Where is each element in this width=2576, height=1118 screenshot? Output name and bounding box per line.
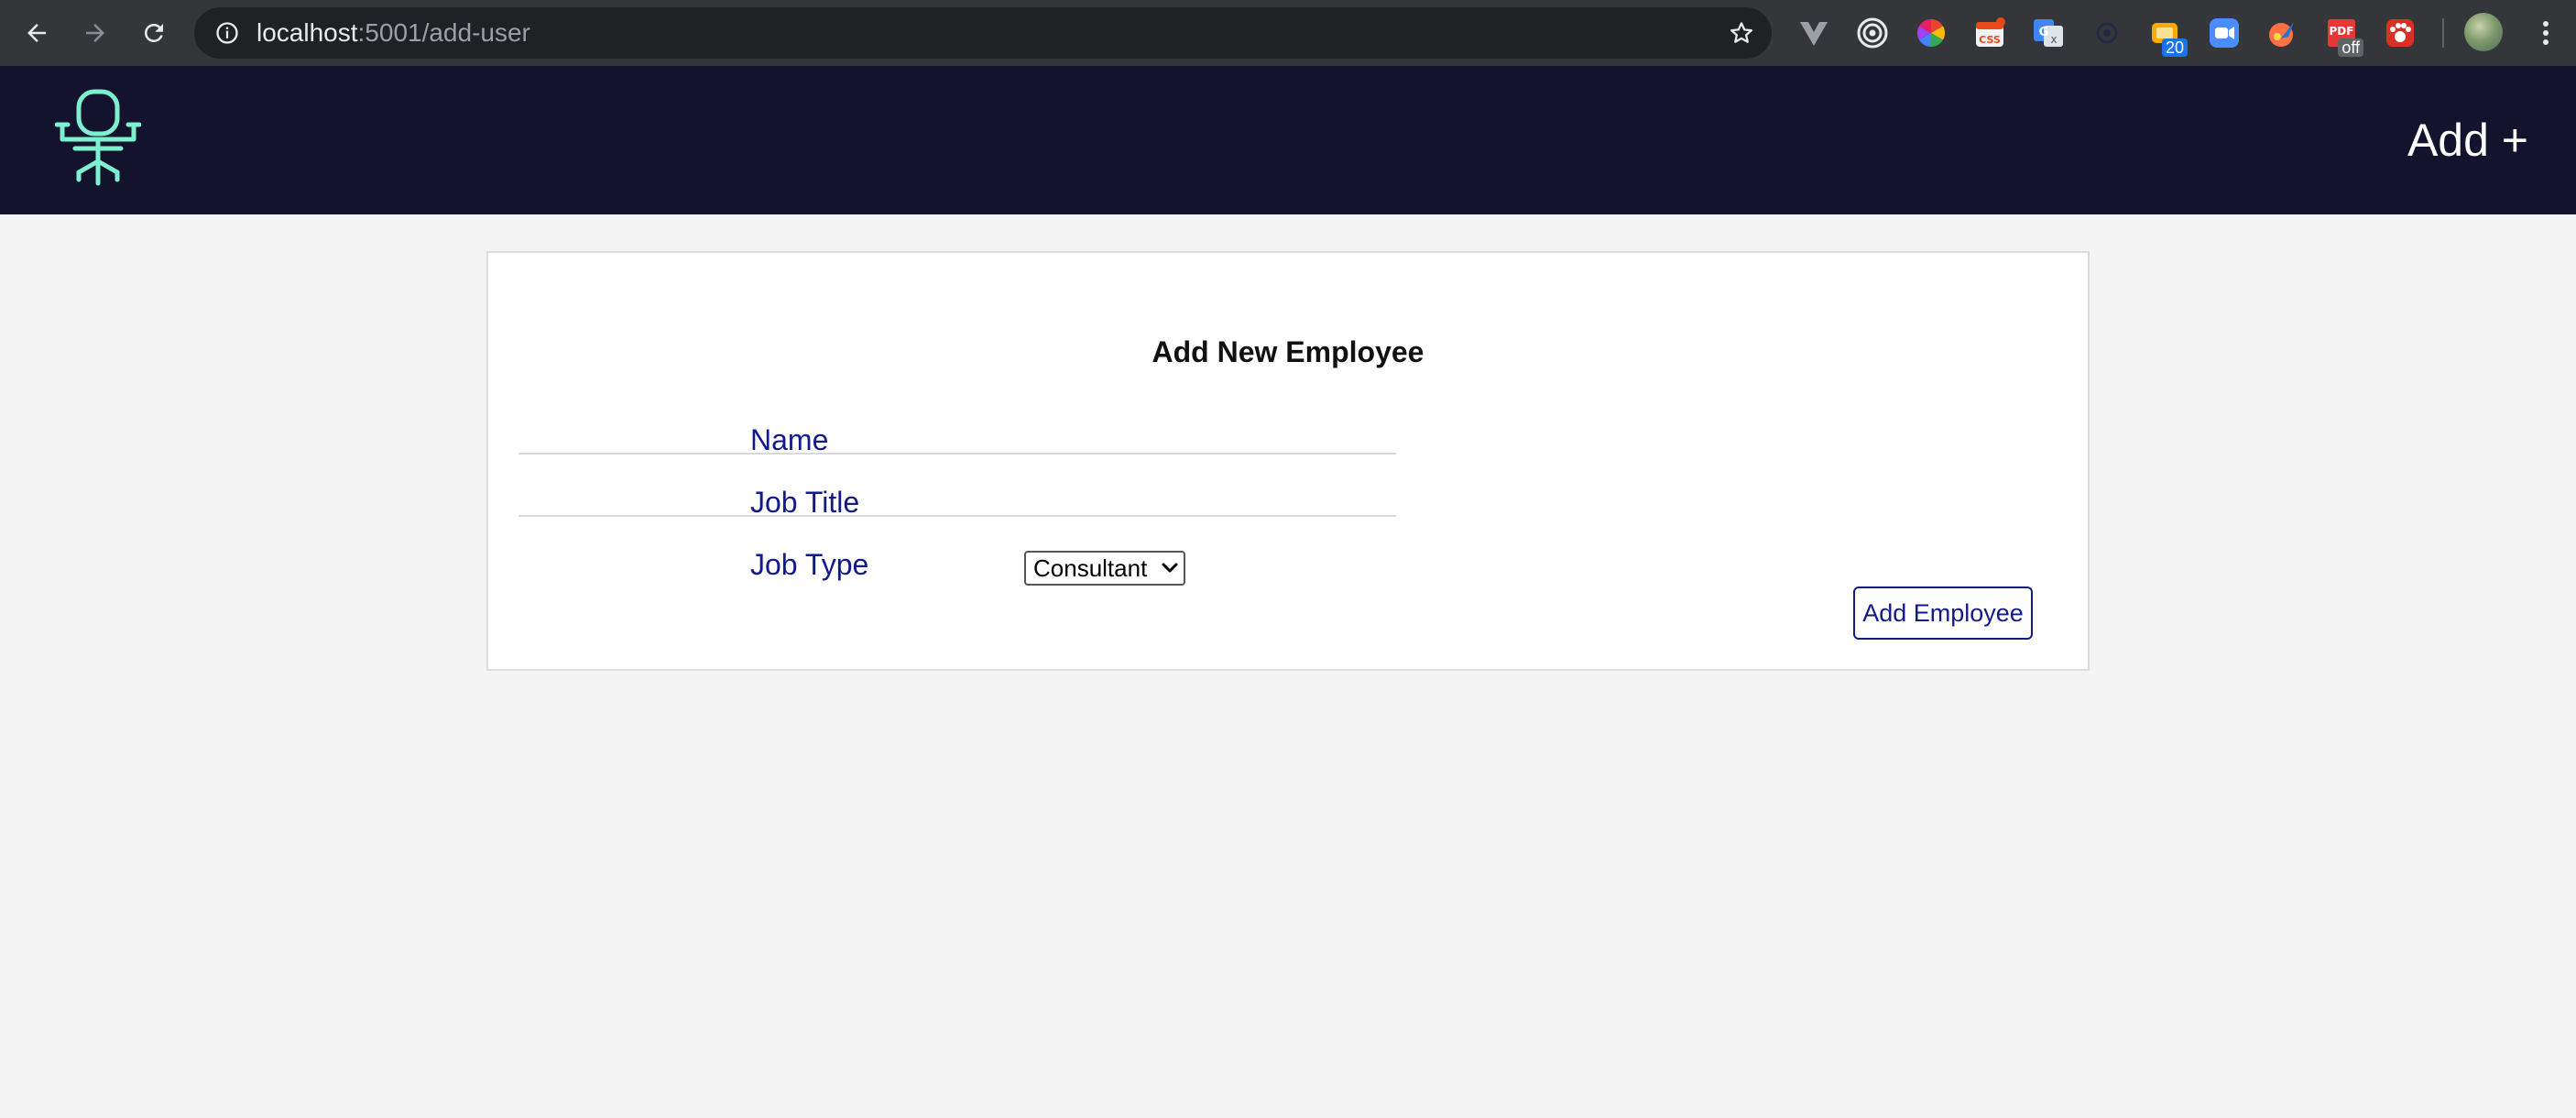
vertical-dots-icon [2543, 21, 2549, 45]
job-type-selected-value: Consultant [1033, 554, 1148, 582]
target-extension-icon[interactable] [1856, 16, 1889, 49]
add-employee-button[interactable]: Add Employee [1853, 586, 2033, 640]
bookmark-star-icon[interactable] [1728, 19, 1755, 47]
office-chair-icon[interactable] [54, 88, 142, 192]
form-title: Add New Employee [1152, 335, 1424, 368]
forward-button[interactable] [75, 13, 115, 53]
rocket-extension-icon[interactable] [2266, 16, 2299, 49]
chevron-down-icon [1162, 563, 1178, 573]
back-button[interactable] [16, 13, 57, 53]
css-extension-icon[interactable]: CSS [1973, 16, 2006, 49]
svg-text:x: x [2050, 33, 2057, 46]
add-employee-card: Add New Employee Name Job Title Job Type… [486, 251, 2090, 671]
svg-text:PDF: PDF [2330, 25, 2354, 38]
add-link[interactable]: Add + [2407, 114, 2528, 167]
job-type-select[interactable]: Consultant [1024, 551, 1185, 586]
url-path: :5001/add-user [357, 18, 530, 47]
reload-button[interactable] [134, 13, 174, 53]
color-wheel-extension-icon[interactable] [1915, 16, 1948, 49]
svg-text:CSS: CSS [1979, 34, 2001, 46]
vue-devtools-icon[interactable] [1797, 16, 1830, 49]
toolbar-divider [2442, 18, 2444, 48]
svg-text:G: G [2039, 26, 2049, 39]
job-type-label: Job Type [750, 548, 869, 581]
back-arrow-icon [27, 24, 46, 42]
pdf-badge: off [2338, 38, 2363, 57]
address-bar[interactable]: localhost:5001/add-user [194, 7, 1772, 59]
browser-menu-button[interactable] [2532, 16, 2560, 49]
job-title-input[interactable] [518, 471, 1396, 517]
counter-badge: 20 [2161, 38, 2188, 57]
app-header: Add + [0, 66, 2576, 214]
dark-circle-extension-icon[interactable] [2090, 16, 2123, 49]
counter-extension-icon[interactable]: 20 [2149, 16, 2188, 57]
paw-extension-icon[interactable] [2384, 16, 2417, 49]
zoom-extension-icon[interactable] [2208, 16, 2241, 49]
url-host: localhost [257, 18, 358, 47]
url-text: localhost:5001/add-user [257, 7, 530, 59]
profile-avatar[interactable] [2464, 13, 2503, 51]
pdf-extension-icon[interactable]: PDF off [2325, 16, 2363, 57]
google-translate-icon[interactable]: Gx [2032, 16, 2065, 49]
forward-arrow-icon [86, 24, 104, 42]
site-info-icon[interactable] [214, 20, 240, 46]
browser-toolbar: localhost:5001/add-user CSS Gx 20 PDF of… [0, 0, 2576, 66]
name-input[interactable] [518, 409, 1396, 455]
reload-icon [144, 23, 163, 42]
